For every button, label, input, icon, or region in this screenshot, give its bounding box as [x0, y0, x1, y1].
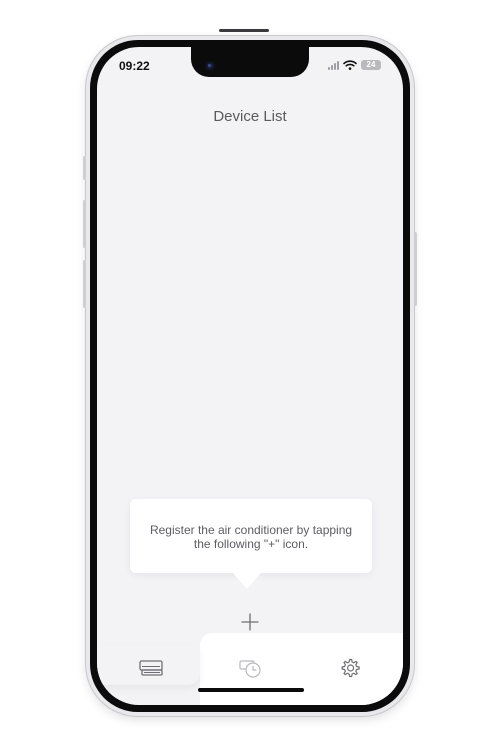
wifi-icon	[343, 60, 357, 70]
phone-frame: 09:22 24 Device List Register the air co…	[83, 29, 417, 716]
add-device-button[interactable]	[236, 608, 264, 636]
home-indicator[interactable]	[198, 688, 304, 692]
tooltip-pointer	[233, 573, 261, 589]
plus-icon	[241, 613, 259, 631]
status-time: 09:22	[119, 59, 150, 73]
mute-switch	[83, 156, 86, 180]
page-title: Device List	[213, 108, 287, 125]
hint-text: Register the air conditioner by tapping …	[149, 523, 353, 551]
battery-indicator: 24	[361, 60, 381, 70]
air-conditioner-icon	[139, 660, 163, 676]
status-icons: 24	[328, 60, 381, 70]
tab-settings[interactable]	[335, 655, 365, 681]
cellular-signal-icon	[328, 60, 339, 70]
hint-tooltip: Register the air conditioner by tapping …	[130, 499, 372, 573]
power-button	[414, 232, 417, 306]
timer-icon	[239, 660, 261, 678]
tab-bar-background	[200, 633, 403, 705]
gear-icon	[341, 658, 360, 678]
tab-devices[interactable]	[136, 655, 166, 681]
volume-down-button	[83, 260, 86, 308]
tab-schedule[interactable]	[235, 655, 265, 681]
volume-up-button	[83, 200, 86, 248]
earpiece-speaker	[219, 29, 269, 32]
app-screen: 09:22 24 Device List Register the air co…	[97, 47, 403, 705]
front-camera	[205, 61, 215, 71]
